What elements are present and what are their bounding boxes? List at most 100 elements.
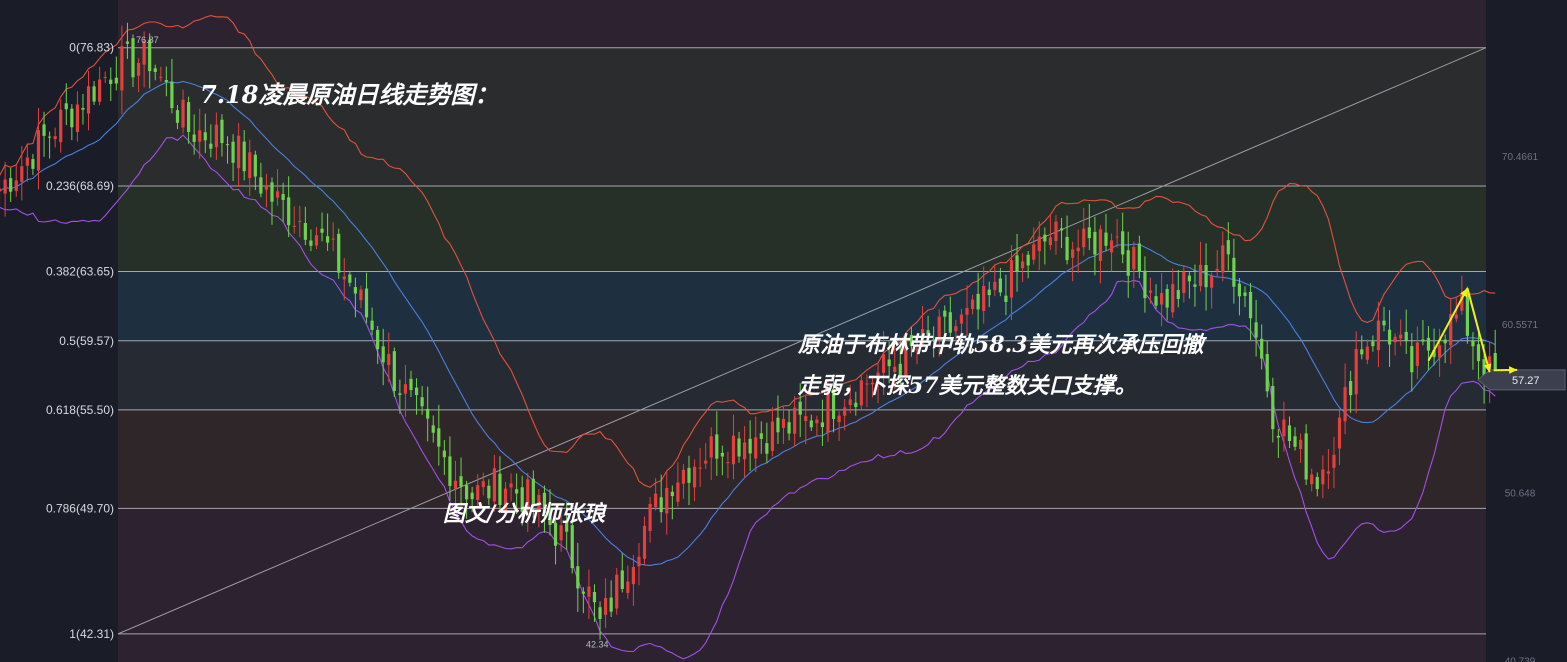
candle-body bbox=[948, 312, 952, 333]
candle-body bbox=[787, 422, 791, 434]
candle-body bbox=[1037, 236, 1041, 252]
candle-body bbox=[209, 143, 213, 149]
candle-body bbox=[576, 566, 580, 589]
candle-body bbox=[1015, 255, 1019, 272]
candle-body bbox=[470, 492, 474, 500]
candle-body bbox=[1415, 342, 1419, 366]
candle-body bbox=[1082, 228, 1086, 248]
candle-body bbox=[170, 81, 174, 109]
candle-body bbox=[620, 570, 624, 589]
candle-body bbox=[1004, 295, 1008, 302]
candle-body bbox=[1187, 275, 1191, 282]
candle-body bbox=[1271, 386, 1275, 430]
candle-body bbox=[1237, 283, 1242, 297]
candle-body bbox=[648, 503, 652, 532]
candle-body bbox=[426, 408, 430, 419]
candle-body bbox=[409, 378, 413, 390]
candle-body bbox=[287, 197, 291, 226]
candle-body bbox=[970, 299, 975, 309]
candle-body bbox=[275, 191, 280, 198]
candle-body bbox=[0, 188, 2, 192]
candle-body bbox=[959, 314, 964, 324]
candle-body bbox=[231, 141, 235, 163]
candle-body bbox=[854, 402, 858, 408]
candle-body bbox=[164, 80, 168, 82]
candle-body bbox=[631, 567, 635, 585]
candle-body bbox=[487, 485, 491, 499]
candle-body bbox=[64, 103, 68, 110]
price-axis-tick: 70.4661 bbox=[1502, 152, 1539, 163]
candle-body bbox=[709, 436, 713, 458]
fib-zone bbox=[118, 633, 1486, 662]
candle-body bbox=[125, 41, 130, 44]
candle-body bbox=[36, 130, 41, 171]
candle-body bbox=[1376, 320, 1381, 351]
candle-body bbox=[1165, 289, 1169, 308]
fibonacci-labels: 0(76.83) 0.236(68.69) 0.382(63.65) 0.5(59.5… bbox=[46, 41, 114, 641]
candle-body bbox=[9, 178, 13, 192]
candle-body bbox=[759, 433, 763, 439]
candle-body bbox=[720, 452, 724, 457]
candle-body bbox=[459, 476, 463, 487]
candle-body bbox=[1226, 240, 1230, 255]
candle-body bbox=[3, 179, 7, 194]
candle-body bbox=[1182, 271, 1186, 293]
candle-body bbox=[1132, 246, 1136, 270]
candle-body bbox=[214, 124, 218, 148]
candle-body bbox=[1021, 261, 1025, 269]
candle-body bbox=[59, 109, 63, 143]
fib-zone bbox=[118, 47, 1486, 186]
candle-body bbox=[1221, 245, 1225, 273]
candle-body bbox=[181, 99, 185, 128]
candle-body bbox=[1421, 339, 1425, 342]
candle-body bbox=[1087, 227, 1091, 239]
analysis-comment-line-2: 走弱，下探57美元整数关口支撑。 bbox=[797, 373, 1137, 399]
candle-body bbox=[1143, 270, 1147, 299]
candle-body bbox=[114, 77, 118, 84]
candle-body bbox=[1265, 354, 1269, 392]
candle-body bbox=[1326, 471, 1330, 474]
candle-body bbox=[220, 119, 224, 144]
candle-body bbox=[993, 281, 997, 290]
candle-body bbox=[1465, 292, 1469, 336]
candle-body bbox=[281, 194, 285, 200]
candle-body bbox=[309, 240, 313, 246]
candle-body bbox=[1471, 341, 1475, 347]
candle-body bbox=[437, 428, 441, 447]
candle-body bbox=[1321, 469, 1325, 485]
candle-body bbox=[976, 293, 980, 310]
candle-body bbox=[704, 460, 708, 464]
candle-body bbox=[481, 481, 485, 488]
candle-body bbox=[954, 326, 958, 332]
candle-body bbox=[298, 220, 302, 222]
candle-body bbox=[1026, 254, 1030, 266]
candle-body bbox=[637, 556, 641, 567]
candle-body bbox=[1438, 345, 1442, 358]
analysis-comment-line-1: 原油于布林带中轨58.3美元再次承压回撤 bbox=[797, 332, 1208, 358]
candle-body bbox=[420, 397, 424, 407]
candle-body bbox=[242, 141, 246, 172]
price-axis-tick: 60.5571 bbox=[1502, 320, 1539, 331]
fib-zone bbox=[118, 0, 1486, 48]
candle-body bbox=[1048, 237, 1052, 246]
fib-zone bbox=[118, 508, 1486, 634]
candle-body bbox=[609, 597, 613, 612]
current-price-value: 57.27 bbox=[1512, 375, 1540, 387]
candle-body bbox=[726, 462, 730, 464]
candle-body bbox=[442, 450, 446, 458]
candle-body bbox=[1243, 292, 1247, 296]
fib-level-label: 0.786(49.70) bbox=[46, 501, 114, 515]
candle-body bbox=[70, 108, 74, 128]
candle-body bbox=[326, 236, 330, 243]
candle-body bbox=[1204, 265, 1208, 288]
candle-body bbox=[1387, 329, 1392, 345]
candle-body bbox=[1426, 337, 1431, 351]
candle-body bbox=[715, 434, 719, 459]
candle-body bbox=[403, 384, 408, 394]
candle-body bbox=[1171, 284, 1175, 313]
candle-body bbox=[515, 489, 519, 494]
candle-body bbox=[748, 438, 752, 454]
candle-body bbox=[331, 238, 335, 240]
candle-body bbox=[815, 419, 819, 424]
candle-body bbox=[1160, 293, 1164, 305]
